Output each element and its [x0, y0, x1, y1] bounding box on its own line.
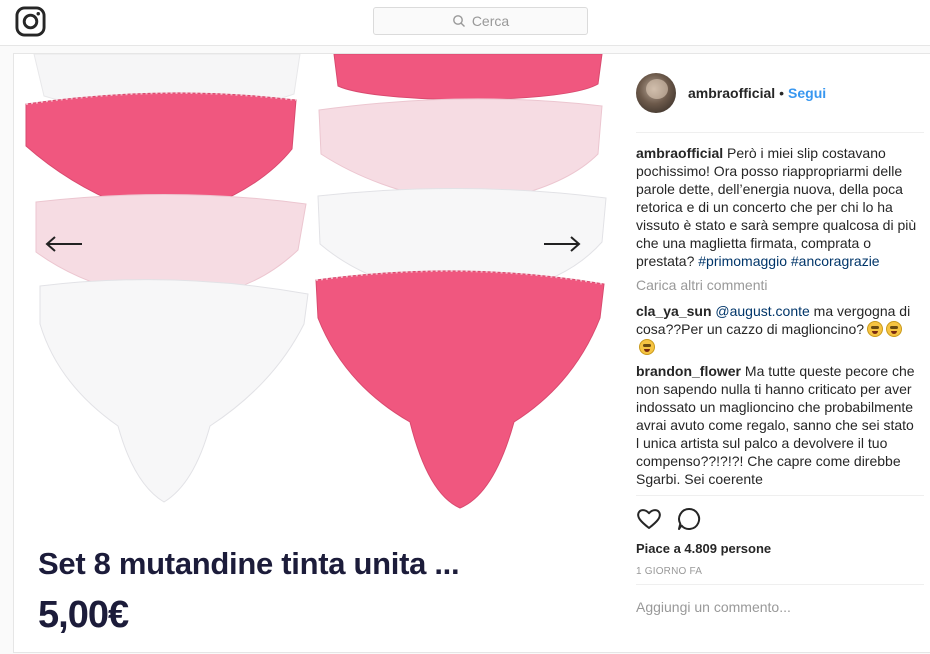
post-header: ambraofficial • Segui — [636, 72, 826, 114]
search-icon — [452, 15, 465, 27]
post-card: Set 8 mutandine tinta unita ... 5,00€ am… — [13, 53, 930, 653]
caption-username[interactable]: ambraofficial — [636, 145, 723, 161]
comment-mention[interactable]: @august.conte — [715, 303, 809, 319]
divider — [636, 495, 924, 496]
pink-brief-top-right — [333, 54, 603, 101]
likes-count[interactable]: Piace a 4.809 persone — [636, 541, 771, 556]
heart-icon[interactable] — [636, 506, 662, 532]
prev-arrow[interactable] — [42, 230, 86, 258]
caption-hashtags[interactable]: #primomaggio #ancoragrazie — [698, 253, 879, 269]
post-timestamp: 1 GIORNO FA — [636, 566, 703, 577]
product-title: Set 8 mutandine tinta unita ... — [38, 546, 460, 581]
comment-icon[interactable] — [676, 506, 702, 532]
comment-username[interactable]: cla_ya_sun — [636, 303, 712, 319]
instagram-icon[interactable] — [15, 6, 46, 37]
light-pink-brief-right — [318, 98, 603, 197]
emoji-icon — [867, 321, 884, 337]
comment-item: cla_ya_sun @august.conte ma vergogna di … — [636, 302, 918, 356]
search-placeholder: Cerca — [471, 13, 510, 29]
arrow-left-icon — [45, 236, 82, 252]
emoji-icon — [886, 321, 903, 337]
separator-dot: • — [779, 85, 785, 101]
next-arrow[interactable] — [540, 230, 584, 258]
follow-button[interactable]: Segui — [788, 85, 826, 101]
product-price: 5,00€ — [38, 594, 129, 634]
comment-text: Ma tutte queste pecore che non sapendo n… — [636, 363, 915, 487]
divider — [636, 132, 924, 133]
post-media[interactable]: Set 8 mutandine tinta unita ... 5,00€ — [14, 54, 615, 634]
caption: ambraofficial Però i miei slip costavano… — [636, 144, 918, 270]
post-actions — [636, 506, 702, 532]
comment-item: brandon_flower Ma tutte queste pecore ch… — [636, 362, 918, 488]
search-input[interactable]: Cerca — [373, 7, 588, 35]
arrow-right-icon — [544, 236, 581, 252]
top-bar: Cerca — [0, 0, 930, 46]
pink-brief-right — [315, 270, 605, 509]
product-image — [25, 54, 607, 509]
pink-brief-left — [25, 92, 297, 207]
post-side-panel: ambraofficial • Segui ambraofficial Però… — [622, 54, 924, 654]
caption-text: Però i miei slip costavano pochissimo! O… — [636, 145, 917, 269]
add-comment-input[interactable]: Aggiungi un commento... — [636, 599, 791, 615]
comments-list[interactable]: ambraofficial Però i miei slip costavano… — [636, 144, 918, 494]
post-username[interactable]: ambraofficial — [688, 85, 775, 101]
comment-username[interactable]: brandon_flower — [636, 363, 741, 379]
load-more-comments[interactable]: Carica altri commenti — [636, 276, 918, 294]
avatar[interactable] — [636, 73, 676, 113]
white-brief-left — [39, 279, 309, 503]
emoji-icon — [639, 339, 655, 355]
divider — [636, 584, 924, 585]
